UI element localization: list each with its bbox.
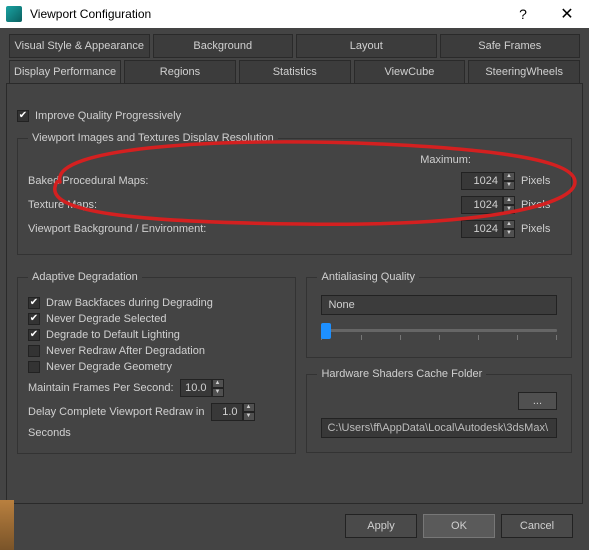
baked-maps-value[interactable]: 1024 bbox=[461, 172, 503, 190]
delay-redraw-spinner[interactable]: 1.0 ▲▼ bbox=[211, 403, 255, 421]
help-button[interactable]: ? bbox=[501, 0, 545, 28]
maintain-fps-label: Maintain Frames Per Second: bbox=[28, 382, 174, 394]
cache-group: Hardware Shaders Cache Folder ... C:\Use… bbox=[306, 368, 572, 453]
texture-maps-value[interactable]: 1024 bbox=[461, 196, 503, 214]
maintain-fps-value[interactable]: 10.0 bbox=[180, 379, 212, 397]
spinner-up-icon[interactable]: ▲ bbox=[503, 172, 515, 181]
window-title: Viewport Configuration bbox=[30, 7, 501, 21]
delay-redraw-label-pre: Delay Complete Viewport Redraw in bbox=[28, 406, 205, 418]
spinner-down-icon[interactable]: ▼ bbox=[503, 181, 515, 190]
lower-columns: Adaptive Degradation ✔ Draw Backfaces dur… bbox=[17, 261, 572, 460]
texture-maps-unit: Pixels bbox=[521, 199, 561, 211]
tab-viewcube[interactable]: ViewCube bbox=[354, 60, 466, 84]
spinner-up-icon[interactable]: ▲ bbox=[212, 379, 224, 388]
tab-safe-frames[interactable]: Safe Frames bbox=[440, 34, 581, 58]
spinner-down-icon[interactable]: ▼ bbox=[243, 412, 255, 421]
spinner-up-icon[interactable]: ▲ bbox=[503, 196, 515, 205]
dialog-body: Visual Style & Appearance Background Lay… bbox=[0, 28, 589, 550]
antialiasing-value: None bbox=[321, 295, 557, 315]
texture-maps-spinner[interactable]: 1024 ▲▼ bbox=[461, 196, 515, 214]
tab-background[interactable]: Background bbox=[153, 34, 294, 58]
tab-layout[interactable]: Layout bbox=[296, 34, 437, 58]
adaptive-group-title: Adaptive Degradation bbox=[28, 271, 142, 283]
spinner-down-icon[interactable]: ▼ bbox=[503, 229, 515, 238]
never-redraw-label: Never Redraw After Degradation bbox=[46, 345, 205, 357]
improve-quality-checkbox[interactable]: ✔ bbox=[17, 110, 29, 122]
right-col: Antialiasing Quality None Hardware Shade… bbox=[306, 261, 572, 460]
spinner-down-icon[interactable]: ▼ bbox=[503, 205, 515, 214]
resolution-group-title: Viewport Images and Textures Display Res… bbox=[28, 132, 278, 144]
never-sel-label: Never Degrade Selected bbox=[46, 313, 166, 325]
delay-redraw-label-post: Seconds bbox=[28, 427, 71, 439]
tab-content: ✔ Improve Quality Progressively Viewport… bbox=[6, 83, 583, 504]
tab-row-2: Display Performance Regions Statistics V… bbox=[6, 60, 583, 84]
antialiasing-slider[interactable] bbox=[317, 321, 561, 347]
texture-maps-label: Texture Maps: bbox=[28, 199, 455, 211]
close-button[interactable]: ✕ bbox=[545, 0, 589, 28]
maintain-fps-spinner[interactable]: 10.0 ▲▼ bbox=[180, 379, 224, 397]
spinner-up-icon[interactable]: ▲ bbox=[243, 403, 255, 412]
never-geom-checkbox[interactable] bbox=[28, 361, 40, 373]
viewport-bg-unit: Pixels bbox=[521, 223, 561, 235]
backfaces-checkbox[interactable]: ✔ bbox=[28, 297, 40, 309]
adaptive-group: Adaptive Degradation ✔ Draw Backfaces dur… bbox=[17, 271, 296, 454]
tab-statistics[interactable]: Statistics bbox=[239, 60, 351, 84]
cancel-button[interactable]: Cancel bbox=[501, 514, 573, 538]
viewport-bg-value[interactable]: 1024 bbox=[461, 220, 503, 238]
never-geom-label: Never Degrade Geometry bbox=[46, 361, 172, 373]
slider-thumb-icon[interactable] bbox=[321, 323, 331, 339]
app-icon bbox=[6, 6, 22, 22]
cache-path-input[interactable]: C:\Users\ff\AppData\Local\Autodesk\3dsMa… bbox=[321, 418, 557, 438]
cache-browse-button[interactable]: ... bbox=[518, 392, 557, 410]
baked-maps-spinner[interactable]: 1024 ▲▼ bbox=[461, 172, 515, 190]
maximum-header: Maximum: bbox=[28, 154, 561, 166]
viewport-bg-row: Viewport Background / Environment: 1024 … bbox=[28, 220, 561, 238]
apply-button[interactable]: Apply bbox=[345, 514, 417, 538]
adaptive-col: Adaptive Degradation ✔ Draw Backfaces dur… bbox=[17, 261, 296, 460]
baked-maps-row: Baked Procedural Maps: 1024 ▲▼ Pixels bbox=[28, 172, 561, 190]
antialiasing-group: Antialiasing Quality None bbox=[306, 271, 572, 358]
dialog-footer: Apply OK Cancel bbox=[6, 504, 583, 550]
tab-steeringwheels[interactable]: SteeringWheels bbox=[468, 60, 580, 84]
resolution-group: Viewport Images and Textures Display Res… bbox=[17, 132, 572, 255]
never-redraw-checkbox[interactable] bbox=[28, 345, 40, 357]
edge-strip bbox=[0, 500, 14, 550]
title-bar: Viewport Configuration ? ✕ bbox=[0, 0, 589, 28]
cache-title: Hardware Shaders Cache Folder bbox=[317, 368, 486, 380]
antialiasing-title: Antialiasing Quality bbox=[317, 271, 419, 283]
tab-display-performance[interactable]: Display Performance bbox=[9, 60, 121, 84]
viewport-bg-spinner[interactable]: 1024 ▲▼ bbox=[461, 220, 515, 238]
ok-button[interactable]: OK bbox=[423, 514, 495, 538]
backfaces-label: Draw Backfaces during Degrading bbox=[46, 297, 213, 309]
spinner-up-icon[interactable]: ▲ bbox=[503, 220, 515, 229]
def-light-checkbox[interactable]: ✔ bbox=[28, 329, 40, 341]
viewport-bg-label: Viewport Background / Environment: bbox=[28, 223, 455, 235]
tab-visual-style[interactable]: Visual Style & Appearance bbox=[9, 34, 150, 58]
tab-row-1: Visual Style & Appearance Background Lay… bbox=[6, 34, 583, 58]
texture-maps-row: Texture Maps: 1024 ▲▼ Pixels bbox=[28, 196, 561, 214]
improve-quality-row: ✔ Improve Quality Progressively bbox=[17, 110, 572, 122]
baked-maps-label: Baked Procedural Maps: bbox=[28, 175, 455, 187]
spinner-down-icon[interactable]: ▼ bbox=[212, 388, 224, 397]
def-light-label: Degrade to Default Lighting bbox=[46, 329, 180, 341]
baked-maps-unit: Pixels bbox=[521, 175, 561, 187]
delay-redraw-value[interactable]: 1.0 bbox=[211, 403, 243, 421]
never-sel-checkbox[interactable]: ✔ bbox=[28, 313, 40, 325]
improve-quality-label: Improve Quality Progressively bbox=[35, 110, 181, 122]
tab-regions[interactable]: Regions bbox=[124, 60, 236, 84]
